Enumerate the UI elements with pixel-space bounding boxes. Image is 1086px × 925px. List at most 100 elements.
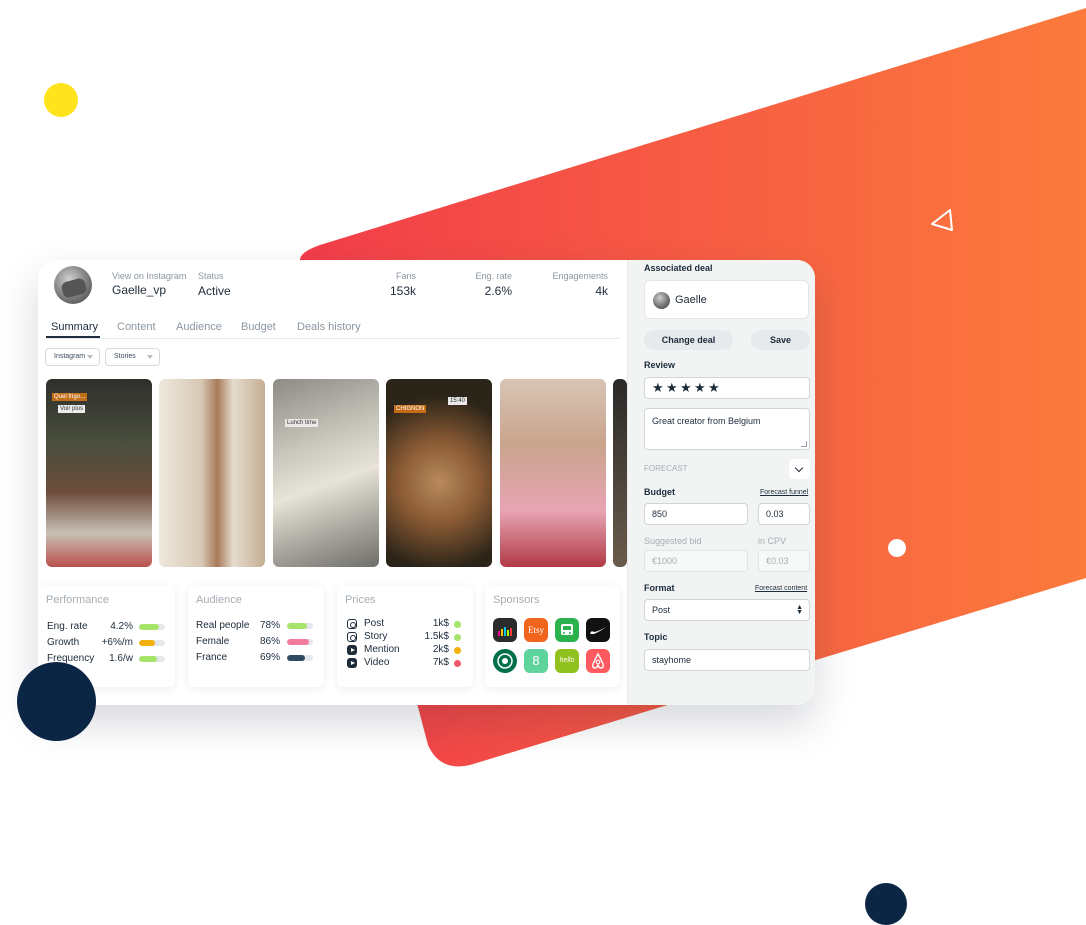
review-label: Review <box>644 360 676 370</box>
budget-input[interactable]: 850 <box>644 503 748 525</box>
story-caption: Quel frigo... <box>52 393 88 401</box>
sort-arrows-icon: ▲ ▼ <box>796 604 803 616</box>
save-button[interactable]: Save <box>751 330 810 350</box>
hellofresh-logo[interactable]: hello <box>555 649 579 673</box>
audience-bar <box>287 655 313 661</box>
format-select-value: Post <box>652 605 671 615</box>
status-value: Active <box>198 284 231 298</box>
bus-logo[interactable] <box>555 618 579 642</box>
suggested-bid-label: Suggested bid <box>644 536 702 546</box>
star-icon[interactable]: ★ <box>652 381 664 395</box>
sensible-logo-text: 8 <box>532 653 540 668</box>
sensible-logo[interactable]: 8 <box>524 649 548 673</box>
chevron-down-icon <box>87 355 93 359</box>
profile-pane: View on Instagram Gaelle_vp Status Activ… <box>38 260 627 705</box>
story-caption: Voir plus <box>58 405 86 413</box>
navy-dot-small <box>865 883 907 925</box>
star-icon[interactable]: ★ <box>666 381 678 395</box>
story-thumbnail[interactable]: Quel frigo... Voir plus <box>46 379 152 567</box>
forecast-funnel-link[interactable]: Forecast funnel <box>760 489 808 496</box>
performance-bar-fill <box>139 640 155 646</box>
story-thumbnail[interactable] <box>500 379 606 567</box>
youtube-icon <box>347 658 357 668</box>
etsy-logo-text: Etsy <box>527 625 544 635</box>
deal-selector[interactable]: Gaelle <box>644 280 809 319</box>
chevron-down-icon <box>147 355 153 359</box>
associated-deal-label: Associated deal <box>644 263 713 273</box>
forecast-label: FORECAST <box>644 464 688 473</box>
price-status-dot <box>454 634 461 641</box>
star-icon[interactable]: ★ <box>708 381 720 395</box>
change-deal-button[interactable]: Change deal <box>644 330 733 350</box>
fans-label: Fans <box>395 271 416 281</box>
tab-budget[interactable]: Budget <box>241 321 276 333</box>
etsy-logo[interactable]: Etsy <box>524 618 548 642</box>
resize-grip-icon[interactable] <box>801 441 807 447</box>
price-label: Story <box>364 631 388 642</box>
airbnb-logo[interactable] <box>586 649 610 673</box>
platform-select[interactable]: Instagram <box>45 348 100 366</box>
story-caption: CHIGNON <box>394 405 427 413</box>
forecast-toggle-button[interactable] <box>789 459 810 479</box>
audience-bar <box>287 623 313 629</box>
story-caption: 15:40 <box>448 397 468 405</box>
story-thumbnail[interactable]: CHIGNON 15:40 <box>386 379 492 567</box>
price-value: 7k$ <box>432 657 449 668</box>
audience-label: Female <box>196 636 230 647</box>
chevron-down-icon <box>794 463 804 473</box>
hellofresh-logo-text: hello <box>559 657 575 664</box>
engagements-label: Engagements <box>552 271 608 281</box>
format-select[interactable]: Post ▲ ▼ <box>644 599 810 621</box>
price-label: Video <box>364 657 390 668</box>
star-icon[interactable]: ★ <box>680 381 692 395</box>
eng-rate-label: Eng. rate <box>475 271 512 281</box>
audience-label: France <box>196 652 228 663</box>
price-value: 2k$ <box>432 644 449 655</box>
performance-value: 1.6/w <box>109 653 133 664</box>
audience-panel: Audience Real people 78% Female 86% Fran… <box>188 585 324 687</box>
story-thumbnail[interactable] <box>159 379 265 567</box>
story-caption: Lunch time <box>285 419 319 427</box>
price-value: 1.5k$ <box>424 631 449 642</box>
active-tab-indicator <box>46 336 100 338</box>
story-thumbnail[interactable] <box>613 379 627 567</box>
star-icon[interactable]: ★ <box>694 381 706 395</box>
bid-input[interactable]: 0.03 <box>758 503 810 525</box>
audience-label: Real people <box>196 620 250 631</box>
avatar <box>653 292 670 309</box>
format-select-value: Stories <box>114 353 136 360</box>
suggested-bid-placeholder: €1000 <box>652 556 678 566</box>
tab-content[interactable]: Content <box>117 321 156 333</box>
topic-input[interactable]: stayhome <box>644 649 810 671</box>
eng-rate-value: 2.6% <box>484 284 512 298</box>
sponsors-panel: Sponsors Etsy 8 hello <box>485 585 620 687</box>
audience-value: 78% <box>259 620 280 631</box>
deal-pane: Associated deal Gaelle Change deal Save … <box>627 260 815 705</box>
story-thumbnail[interactable]: Lunch time <box>273 379 379 567</box>
performance-bar <box>139 656 165 662</box>
handle-link[interactable]: Gaelle_vp <box>112 283 166 297</box>
tab-summary[interactable]: Summary <box>51 321 98 333</box>
white-dot <box>888 539 906 557</box>
deezer-logo[interactable] <box>493 618 517 642</box>
tab-audience[interactable]: Audience <box>176 321 222 333</box>
influencer-card: View on Instagram Gaelle_vp Status Activ… <box>38 260 815 705</box>
triangle-outline-icon <box>931 209 953 231</box>
forecast-content-link[interactable]: Forecast content <box>755 585 807 592</box>
tab-bar: Summary Content Audience Budget Deals hi… <box>46 319 620 339</box>
audience-bar <box>287 639 313 645</box>
bid-input-value: 0.03 <box>766 509 784 519</box>
review-textarea[interactable]: Great creator from Belgium <box>644 408 810 450</box>
nike-logo[interactable] <box>586 618 610 642</box>
audience-title: Audience <box>196 594 242 606</box>
avatar <box>54 266 92 304</box>
audience-bar-fill <box>287 639 310 645</box>
cpv-placeholder: €0.03 <box>766 556 789 566</box>
star-rating[interactable]: ★ ★ ★ ★ ★ <box>644 377 810 399</box>
tab-deals-history[interactable]: Deals history <box>297 321 361 333</box>
format-select[interactable]: Stories <box>105 348 160 366</box>
engagements-value: 4k <box>595 284 608 298</box>
price-value: 1k$ <box>432 618 449 629</box>
starbucks-logo[interactable] <box>493 649 517 673</box>
instagram-icon <box>347 632 357 642</box>
